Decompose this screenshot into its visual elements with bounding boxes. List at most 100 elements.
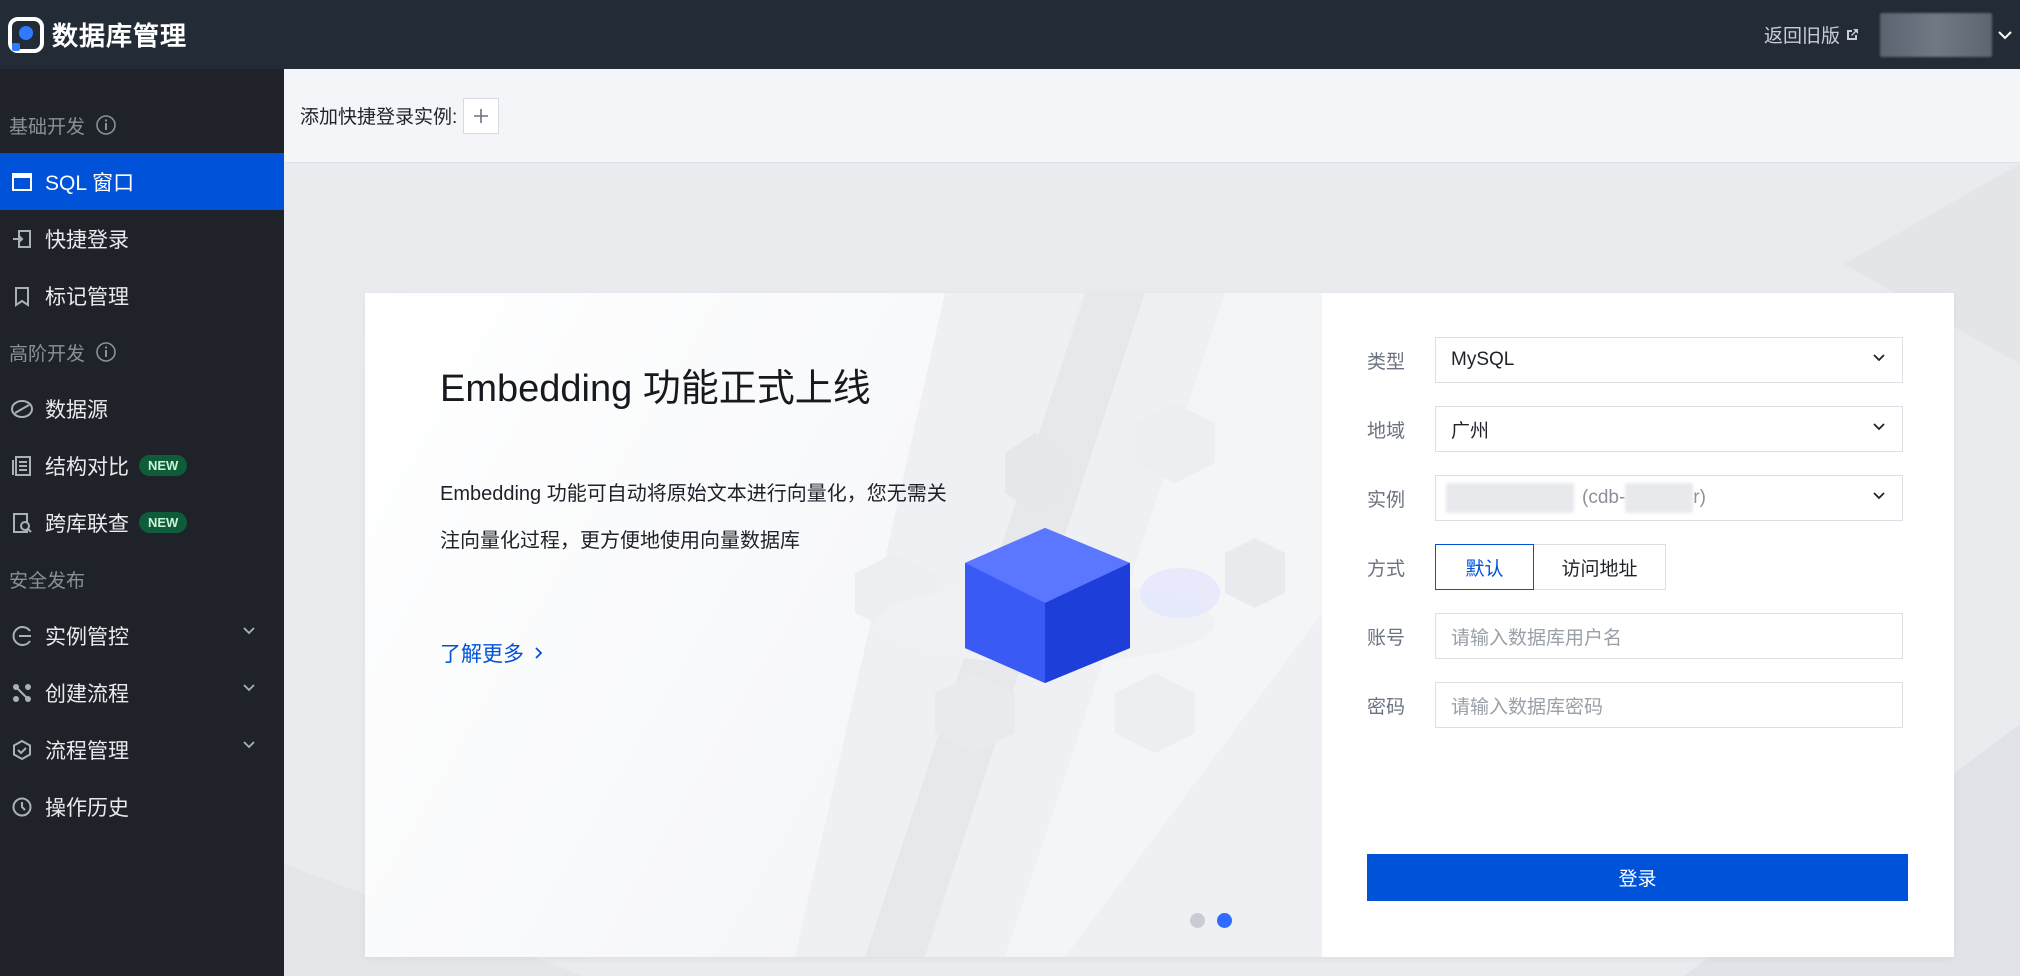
app-title: 数据库管理 [52, 21, 188, 51]
method-option-default[interactable]: 默认 [1435, 544, 1534, 590]
form-row-account: 账号 请输入数据库用户名 [1322, 613, 1954, 659]
sidebar: 基础开发 SQL 窗口 快捷登录 标记管理 高阶开发 数据源 结构对比 NEW … [0, 69, 284, 976]
type-label: 类型 [1367, 351, 1406, 373]
instance-id-suffix: r) [1693, 487, 1706, 508]
sidebar-item-bookmark-manage[interactable]: 标记管理 [0, 267, 284, 324]
sidebar-item-label: 数据源 [45, 398, 108, 422]
type-value: MySQL [1451, 349, 1515, 370]
main-content: 添加快捷登录实例: Embedding 功能正式上线 Embedding 功能可… [284, 69, 2020, 976]
sidebar-group-basic: 基础开发 [0, 97, 284, 153]
method-label: 方式 [1367, 558, 1406, 580]
account-label: 账号 [1367, 627, 1406, 649]
chevron-down-icon [1873, 423, 1885, 431]
instance-id-blurred [1625, 483, 1694, 513]
info-icon[interactable] [95, 341, 117, 363]
sidebar-item-label: 创建流程 [45, 682, 129, 706]
back-to-old-version-link[interactable]: 返回旧版 [1764, 21, 1860, 48]
login-button[interactable]: 登录 [1367, 854, 1908, 901]
sidebar-group-label: 安全发布 [9, 570, 86, 592]
method-option-address[interactable]: 访问地址 [1534, 544, 1666, 590]
cross-query-icon [9, 510, 35, 536]
sidebar-item-label: 标记管理 [45, 285, 129, 309]
bookmark-icon [9, 283, 35, 309]
banner-description: Embedding 功能可自动将原始文本进行向量化，您无需关 注向量化过程，更方… [440, 471, 1000, 565]
account-input[interactable]: 请输入数据库用户名 [1435, 613, 1903, 659]
instance-control-icon [9, 623, 35, 649]
carousel-indicator [1190, 913, 1244, 928]
form-row-instance: 实例 (cdb- r) [1322, 475, 1954, 521]
sidebar-item-instance-control[interactable]: 实例管控 [0, 607, 284, 664]
sidebar-item-structure-compare[interactable]: 结构对比 NEW [0, 437, 284, 494]
sidebar-group-label: 基础开发 [9, 116, 86, 138]
form-row-type: 类型 MySQL [1322, 337, 1954, 383]
quick-login-label: 添加快捷登录实例: [300, 107, 458, 128]
learn-more-link[interactable]: 了解更多 [440, 638, 544, 668]
login-card: Embedding 功能正式上线 Embedding 功能可自动将原始文本进行向… [365, 293, 1954, 957]
banner-desc-line: 注向量化过程，更方便地使用向量数据库 [440, 530, 800, 552]
back-old-label: 返回旧版 [1763, 26, 1840, 47]
instance-id-prefix: (cdb- [1582, 487, 1626, 508]
sidebar-item-history[interactable]: 操作历史 [0, 778, 284, 835]
new-badge: NEW [139, 455, 188, 476]
flow-create-icon [9, 680, 35, 706]
region-label: 地域 [1367, 420, 1406, 442]
quick-login-bar: 添加快捷登录实例: [284, 69, 2020, 163]
chevron-down-icon[interactable] [1998, 30, 2012, 40]
external-link-icon [1847, 28, 1858, 40]
logo[interactable]: 数据库管理 [8, 16, 187, 53]
type-select[interactable]: MySQL [1435, 337, 1903, 383]
instance-label: 实例 [1367, 489, 1406, 511]
sidebar-item-label: 结构对比 [45, 455, 129, 479]
chevron-right-icon [535, 647, 543, 659]
region-select[interactable]: 广州 [1435, 406, 1903, 452]
chevron-down-icon[interactable] [242, 683, 256, 693]
user-account-blurred[interactable] [1880, 12, 1992, 57]
login-form: 类型 MySQL 地域 广州 实例 (cdb- r) 方式 默认 访问地址 账号… [1322, 293, 1954, 957]
info-icon[interactable] [95, 114, 117, 136]
sidebar-item-sql-window[interactable]: SQL 窗口 [0, 153, 284, 210]
chevron-down-icon[interactable] [242, 740, 256, 750]
learn-more-label: 了解更多 [440, 643, 524, 666]
sidebar-item-create-flow[interactable]: 创建流程 [0, 664, 284, 721]
sidebar-item-label: 快捷登录 [45, 228, 129, 252]
sidebar-item-label: SQL 窗口 [45, 171, 135, 195]
sidebar-item-flow-manage[interactable]: 流程管理 [0, 721, 284, 778]
carousel-dot[interactable] [1190, 913, 1205, 928]
sidebar-group-label: 高阶开发 [9, 343, 86, 365]
sidebar-item-datasource[interactable]: 数据源 [0, 380, 284, 437]
new-badge: NEW [139, 512, 188, 533]
top-bar: 数据库管理 返回旧版 [0, 0, 2020, 69]
sidebar-group-security: 安全发布 [0, 551, 284, 607]
datasource-icon [9, 396, 35, 422]
sidebar-item-quick-login[interactable]: 快捷登录 [0, 210, 284, 267]
banner-title: Embedding 功能正式上线 [440, 368, 871, 410]
chevron-down-icon [1873, 354, 1885, 362]
history-icon [9, 794, 35, 820]
region-value: 广州 [1451, 420, 1490, 442]
chevron-down-icon[interactable] [242, 626, 256, 636]
form-row-region: 地域 广州 [1322, 406, 1954, 452]
form-row-password: 密码 请输入数据库密码 [1322, 682, 1954, 728]
login-icon [9, 226, 35, 252]
password-input[interactable]: 请输入数据库密码 [1435, 682, 1903, 728]
add-quick-login-button[interactable] [463, 97, 500, 134]
plus-icon [474, 108, 489, 123]
logo-icon [8, 16, 44, 53]
window-icon [9, 169, 35, 195]
instance-name-blurred [1446, 483, 1574, 513]
sidebar-item-label: 跨库联查 [45, 512, 129, 536]
promo-banner: Embedding 功能正式上线 Embedding 功能可自动将原始文本进行向… [365, 293, 1322, 957]
chevron-down-icon [1873, 492, 1885, 500]
flow-manage-icon [9, 737, 35, 763]
sidebar-group-advanced: 高阶开发 [0, 324, 284, 380]
sidebar-item-cross-query[interactable]: 跨库联查 NEW [0, 494, 284, 551]
sidebar-item-label: 流程管理 [45, 739, 129, 763]
instance-select[interactable]: (cdb- r) [1435, 475, 1903, 521]
sidebar-item-label: 操作历史 [45, 796, 129, 820]
method-segmented-control: 默认 访问地址 [1435, 544, 1666, 590]
carousel-dot-active[interactable] [1217, 913, 1232, 928]
compare-icon [9, 453, 35, 479]
sidebar-item-label: 实例管控 [45, 625, 129, 649]
form-row-method: 方式 默认 访问地址 [1322, 544, 1954, 590]
banner-desc-line: Embedding 功能可自动将原始文本进行向量化，您无需关 [440, 483, 947, 505]
